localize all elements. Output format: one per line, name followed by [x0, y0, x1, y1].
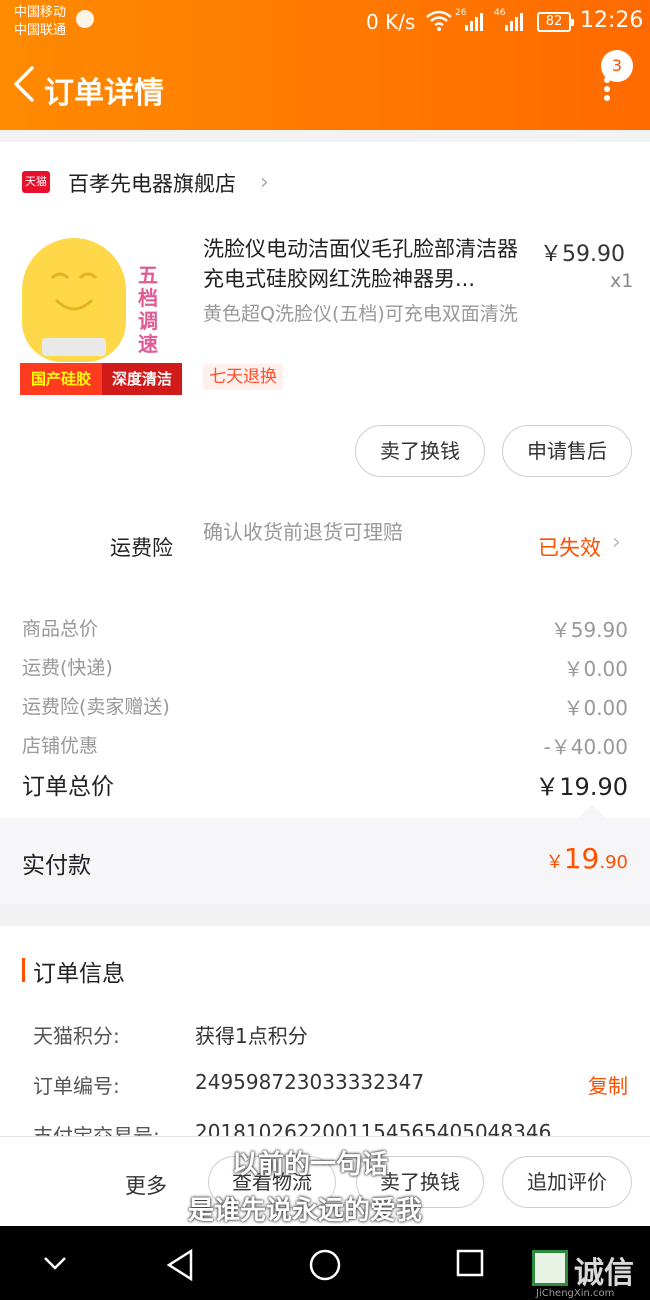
paid-currency: ￥ [545, 852, 564, 873]
page-title: 订单详情 [44, 76, 164, 111]
info-key: 天猫积分: [33, 1024, 120, 1048]
add-review-button[interactable]: 追加评价 [502, 1156, 632, 1208]
product-price: ￥59.90 [540, 242, 625, 267]
fee-row-discount: 店铺优惠 -￥40.00 [22, 731, 628, 761]
fee-label: 运费险(卖家赠送) [22, 696, 170, 718]
tmall-logo-icon: 天猫 [22, 171, 50, 193]
order-info-section: 订单信息 天猫积分: 获得1点积分 订单编号: 2495987230333323… [0, 926, 650, 1148]
watermark-brand: 诚信 [574, 1256, 634, 1291]
status-bar: 中国移动 中国联通 0 K/s 26 46 82 12:26 [0, 0, 650, 44]
insurance-status[interactable]: 已失效 [538, 532, 601, 562]
message-badge: 3 [601, 50, 633, 82]
watermark-logo-icon [532, 1250, 568, 1286]
strip-right: 深度清洁 [102, 363, 182, 395]
order-total-label: 订单总价 [22, 774, 114, 800]
fee-label: 运费(快递) [22, 657, 113, 679]
carrier-2: 中国联通 [14, 23, 67, 38]
product-sku: 黄色超Q洗脸仪(五档)可充电双面清洗 [203, 303, 518, 325]
paid-int: 19 [563, 842, 600, 875]
more-actions-button[interactable]: 更多 [125, 1170, 167, 1200]
hd-call-icon [76, 10, 94, 28]
nav-recents-icon[interactable] [455, 1248, 485, 1278]
product-quantity: x1 [610, 270, 634, 292]
after-sale-button[interactable]: 申请售后 [502, 425, 632, 477]
info-key: 订单编号: [33, 1074, 120, 1098]
wifi-icon [426, 10, 452, 36]
paid-dec: .90 [599, 852, 628, 873]
insurance-label: 运费险 [110, 536, 173, 560]
fee-value: ￥0.00 [563, 657, 628, 681]
back-arrow-icon[interactable] [10, 64, 40, 104]
info-value: 249598723033332347 [195, 1070, 425, 1094]
paid-section: 实付款 ￥19.90 [0, 803, 650, 904]
shop-name[interactable]: 百孝先电器旗舰店 [68, 168, 236, 198]
battery-icon: 82 [537, 12, 574, 32]
return-policy-tag: 七天退换 [203, 364, 283, 390]
fee-value: -￥40.00 [543, 735, 628, 759]
nav-home-icon[interactable] [308, 1248, 342, 1282]
watermark-url: JiChengXin.com [536, 1288, 615, 1299]
fee-value: ￥0.00 [563, 696, 628, 720]
info-value: 获得1点积分 [195, 1024, 308, 1048]
net-speed: 0 K/s [366, 10, 416, 34]
product-title[interactable]: 洗脸仪电动洁面仪毛孔脸部清洁器充电式硅胶网红洗脸神器男... [203, 234, 533, 294]
fee-row-insurance: 运费险(卖家赠送) ￥0.00 [22, 692, 628, 722]
section-accent-bar [22, 958, 25, 982]
paid-label: 实付款 [22, 853, 91, 879]
watermark: 诚信 JiChengXin.com [532, 1244, 650, 1300]
clock: 12:26 [580, 8, 644, 33]
product-image-strip: 国产硅胶 深度清洁 [20, 363, 182, 395]
chevron-down-icon[interactable] [40, 1248, 70, 1278]
nav-back-icon[interactable] [165, 1248, 195, 1282]
order-card: 天猫 百孝先电器旗舰店 › 五档调速 国产硅胶 深度清洁 洗脸仪电动洁面仪毛孔脸… [0, 142, 650, 904]
notch [577, 803, 607, 833]
header-bar: 中国移动 中国联通 0 K/s 26 46 82 12:26 订单详情 3 [0, 0, 650, 130]
product-image[interactable]: 五档调速 国产硅胶 深度清洁 [20, 234, 182, 396]
video-subtitle-1: 以前的一句话 [232, 1150, 389, 1180]
product-image-caption: 五档调速 [138, 263, 158, 356]
video-subtitle-2: 是谁先说永远的爱我 [188, 1196, 423, 1226]
carrier-info: 中国移动 中国联通 [14, 4, 66, 40]
fee-row-subtotal: 商品总价 ￥59.90 [22, 614, 628, 644]
copy-button[interactable]: 复制 [588, 1070, 628, 1099]
carrier-1: 中国移动 [14, 5, 67, 20]
signal-icon-1 [464, 10, 486, 36]
signal-icon-2 [504, 10, 526, 36]
fee-label: 店铺优惠 [22, 735, 99, 757]
product-photo [22, 238, 126, 362]
chevron-right-icon: › [260, 170, 269, 195]
insurance-desc: 确认收货前退货可理赔 [203, 520, 403, 544]
fee-value: ￥59.90 [550, 618, 628, 642]
order-total-value: ￥19.90 [535, 773, 628, 801]
fee-row-shipping: 运费(快递) ￥0.00 [22, 653, 628, 683]
order-info-title: 订单信息 [33, 961, 125, 987]
chevron-right-icon[interactable]: › [612, 530, 621, 555]
strip-left: 国产硅胶 [20, 363, 102, 395]
fee-label: 商品总价 [22, 618, 99, 640]
sell-button[interactable]: 卖了换钱 [355, 425, 485, 477]
paid-amount: ￥19.90 [546, 842, 628, 875]
